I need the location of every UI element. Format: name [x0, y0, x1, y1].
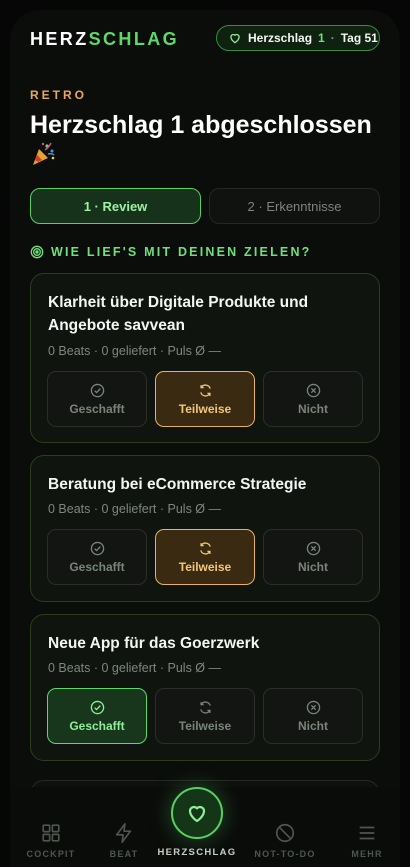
tab-review[interactable]: 1 · Review	[30, 188, 201, 224]
prohibited-icon	[275, 823, 295, 843]
option-nicht[interactable]: Nicht	[263, 371, 363, 427]
refresh-icon	[199, 700, 211, 714]
lightning-icon	[115, 823, 132, 843]
x-circle-icon	[306, 700, 320, 714]
option-nicht[interactable]: Nicht	[263, 688, 363, 744]
bottom-nav: COCKPIT BEAT HERZSCHLAG NOT-TO-DO MEHR	[10, 787, 400, 867]
goal-title: Klarheit über Digitale Produkte und Ange…	[48, 294, 309, 334]
goal-meta: 0 Beats · 0 geliefert · Puls Ø —	[48, 344, 221, 358]
check-circle-icon	[90, 700, 104, 714]
grid-icon	[42, 824, 60, 842]
option-geschafft[interactable]: Geschafft	[47, 688, 147, 744]
option-geschafft[interactable]: Geschafft	[47, 529, 147, 585]
menu-icon	[359, 826, 375, 840]
check-circle-icon	[90, 383, 104, 397]
nav-item-mehr[interactable]: MEHR	[328, 822, 400, 859]
herzschlag-status-pill[interactable]: Herzschlag 1 · Tag 51	[216, 25, 380, 51]
x-circle-icon	[306, 541, 320, 555]
option-teilweise[interactable]: Teilweise	[155, 688, 255, 744]
heart-icon	[230, 33, 240, 44]
nav-item-not-to-do[interactable]: NOT-TO-DO	[246, 822, 324, 859]
tab-erkenntnisse[interactable]: 2 · Erkenntnisse	[209, 188, 380, 224]
status-count: 1	[318, 31, 325, 45]
goal-card: Neue App für das Goerzwerk 0 Beats · 0 g…	[30, 614, 380, 761]
goals-section-heading: WIE LIEF'S MIT DEINEN ZIELEN?	[30, 245, 312, 259]
refresh-icon	[199, 383, 211, 397]
status-separator: ·	[330, 31, 335, 45]
option-teilweise[interactable]: Teilweise	[155, 529, 255, 585]
goal-title: Neue App für das Goerzwerk	[48, 635, 260, 652]
x-circle-icon	[306, 383, 320, 397]
status-label: Herzschlag	[248, 31, 313, 45]
option-teilweise[interactable]: Teilweise	[155, 371, 255, 427]
goal-card: Beratung bei eCommerce Strategie 0 Beats…	[30, 455, 380, 602]
app-screen: HERZSCHLAG Herzschlag 1 · Tag 51 RETRO H…	[10, 10, 400, 867]
option-nicht[interactable]: Nicht	[263, 529, 363, 585]
option-geschafft[interactable]: Geschafft	[47, 371, 147, 427]
nav-item-herzschlag-label[interactable]: HERZSCHLAG	[147, 847, 247, 858]
app-logo: HERZSCHLAG	[30, 29, 180, 49]
heart-icon	[188, 805, 206, 823]
goal-meta: 0 Beats · 0 geliefert · Puls Ø —	[48, 661, 221, 675]
nav-item-cockpit[interactable]: COCKPIT	[12, 822, 90, 859]
goal-meta: 0 Beats · 0 geliefert · Puls Ø —	[48, 502, 221, 516]
status-day: Tag 51	[340, 31, 378, 45]
retro-eyebrow: RETRO	[30, 88, 87, 102]
target-icon	[30, 245, 44, 259]
goal-title: Beratung bei eCommerce Strategie	[48, 476, 307, 493]
refresh-icon	[199, 541, 211, 555]
goal-card: Klarheit über Digitale Produkte und Ange…	[30, 273, 380, 443]
check-circle-icon	[90, 541, 104, 555]
header: HERZSCHLAG Herzschlag 1 · Tag 51	[10, 10, 400, 66]
page-title: Herzschlag 1 abgeschlossen	[30, 111, 372, 139]
herzschlag-heart-button[interactable]	[171, 787, 223, 839]
party-popper-icon	[33, 142, 55, 165]
section-heading-label: WIE LIEF'S MIT DEINEN ZIELEN?	[51, 245, 312, 259]
